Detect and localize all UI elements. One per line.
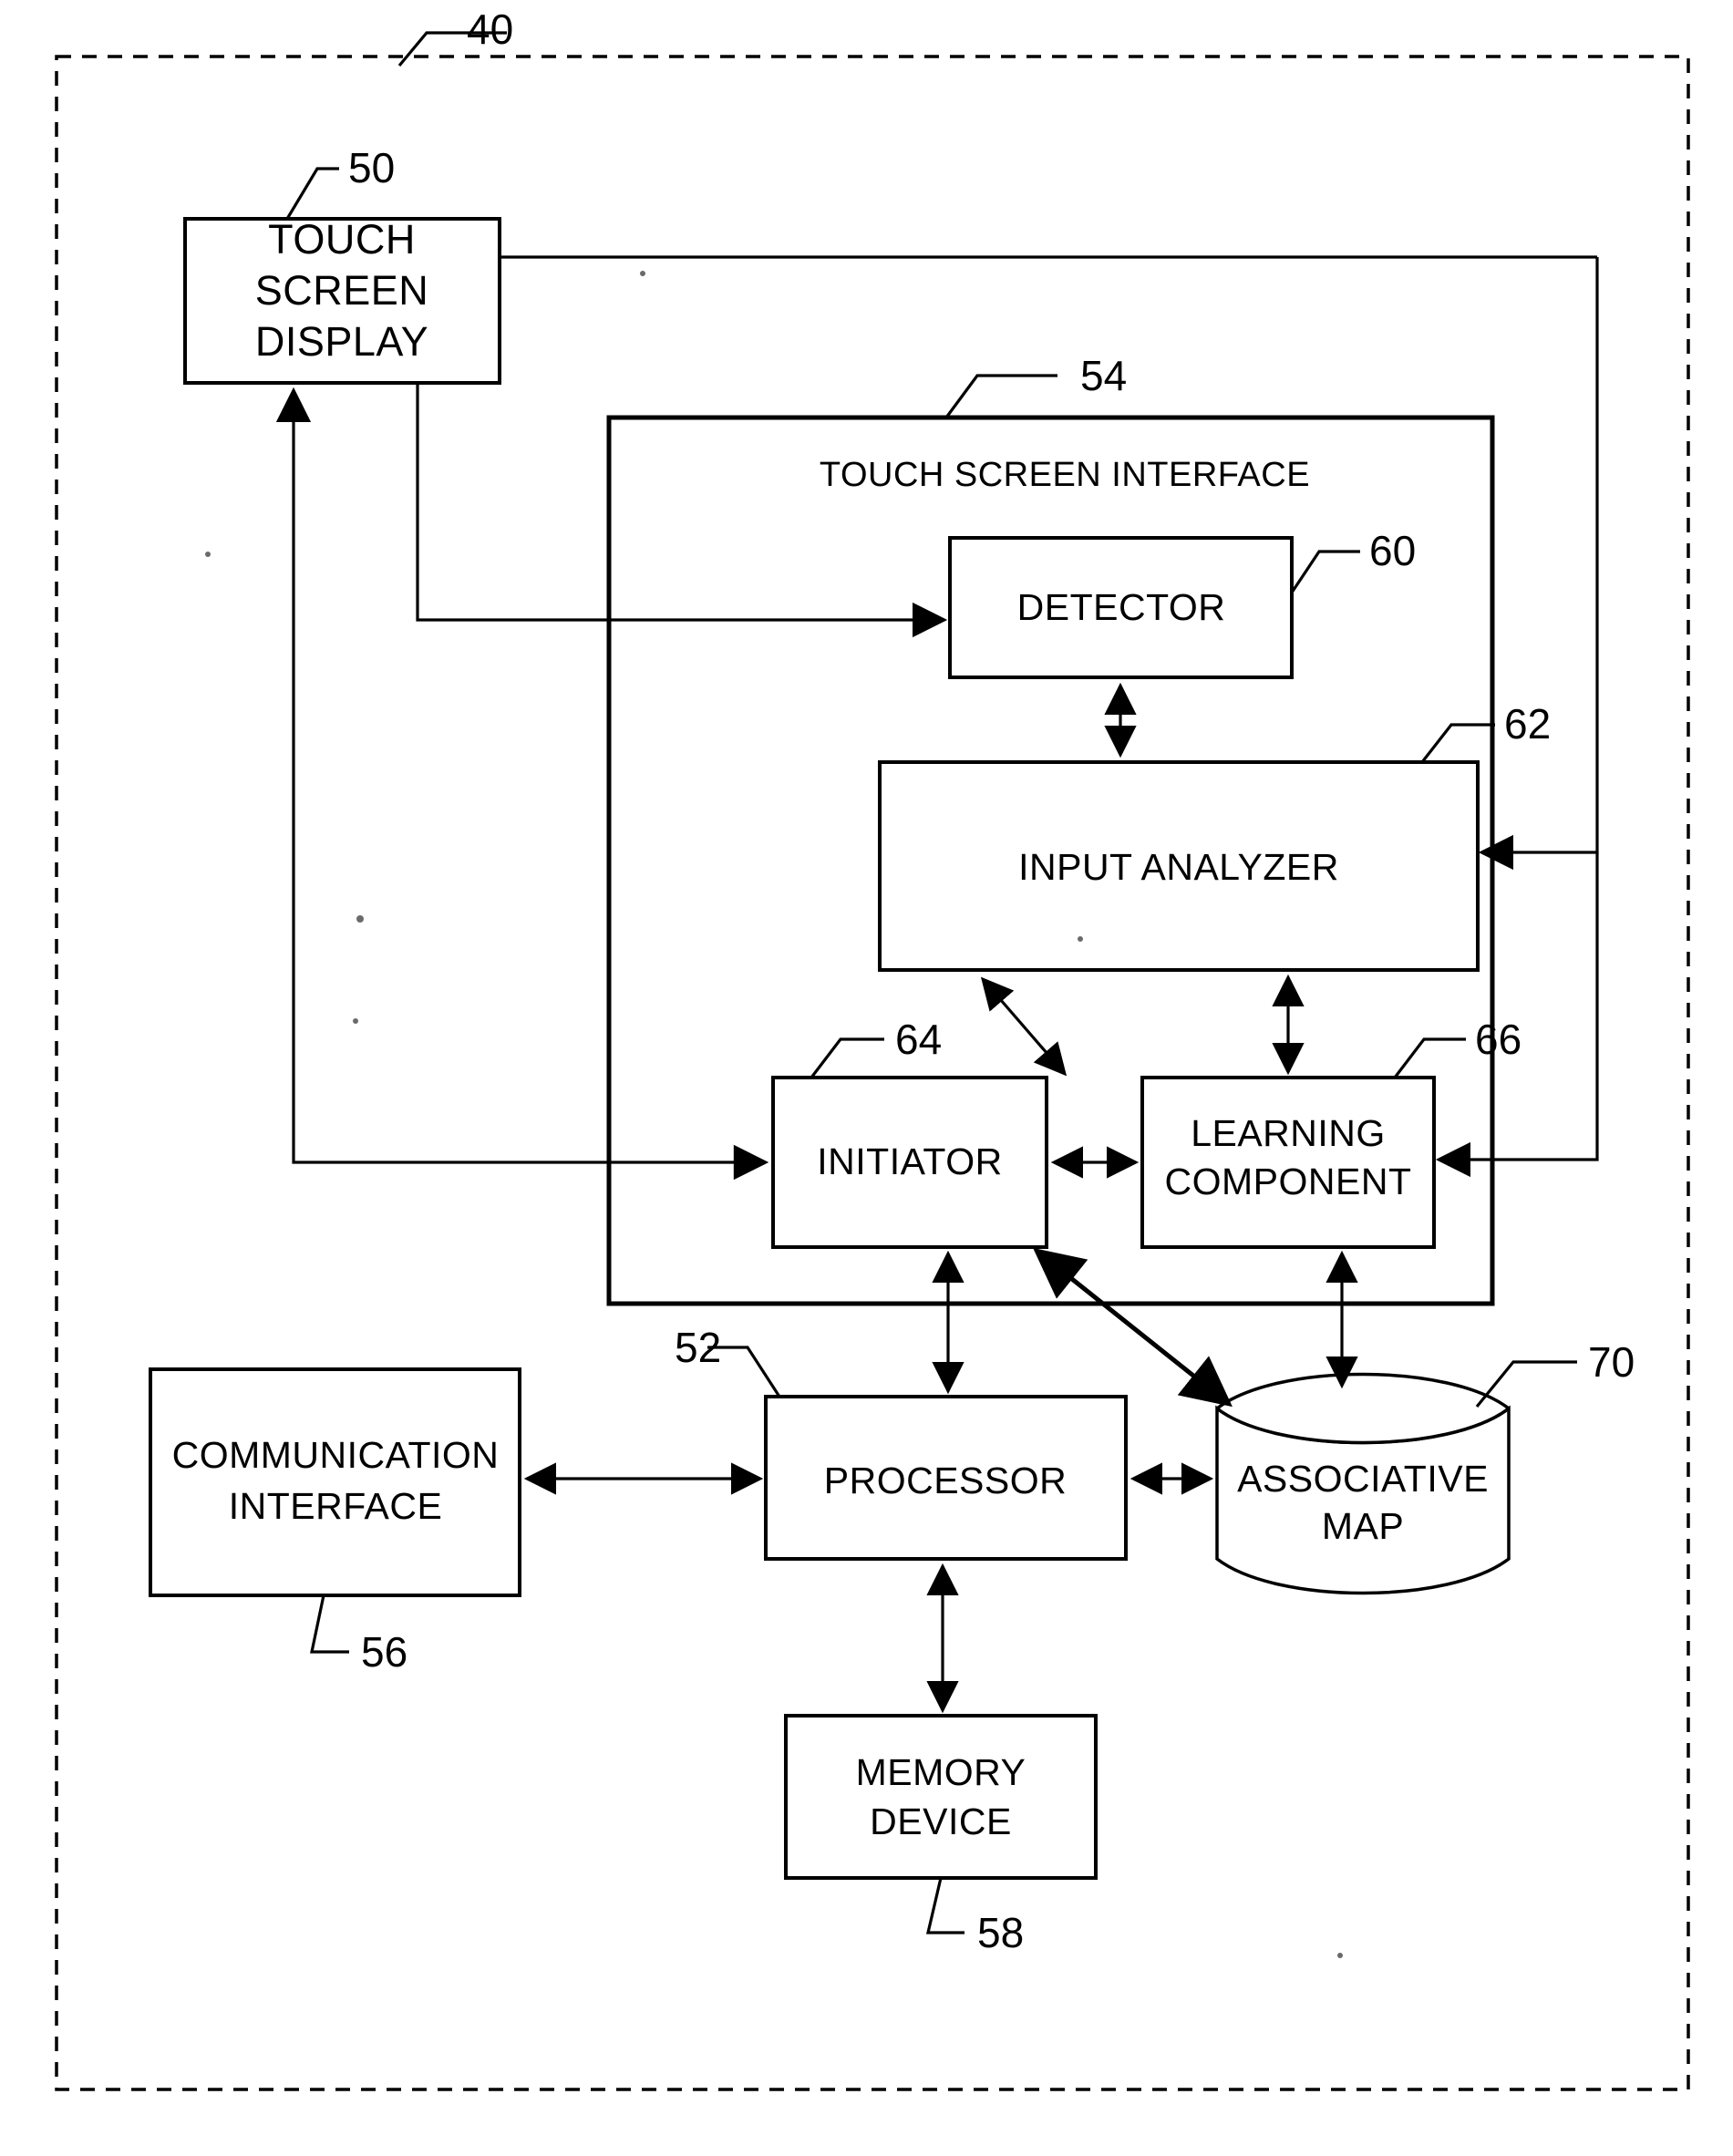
reference-numeral-52: 52 bbox=[675, 1324, 721, 1371]
scan-speck bbox=[205, 552, 211, 557]
scan-speck bbox=[640, 271, 645, 276]
lead-line-60 bbox=[1290, 550, 1360, 593]
initiator-label: INITIATOR bbox=[817, 1140, 1002, 1182]
connector-right-bus-to-input-analyzer bbox=[1478, 257, 1599, 871]
reference-numeral-62: 62 bbox=[1504, 700, 1551, 748]
scan-speck bbox=[1078, 936, 1083, 942]
learning-component-label-line2: COMPONENT bbox=[1165, 1161, 1412, 1202]
connector-initiator-associative-map bbox=[1033, 1247, 1233, 1408]
memory-device-label-line1: MEMORY bbox=[856, 1751, 1026, 1793]
learning-component-label-line1: LEARNING bbox=[1191, 1112, 1386, 1154]
communication-interface-box bbox=[149, 1367, 521, 1597]
communication-interface-label-line2: INTERFACE bbox=[229, 1485, 443, 1527]
patent-diagram-canvas: 40 TOUCH SCREEN INTERFACE 54 TOUCH SCREE… bbox=[55, 5, 1690, 2091]
lead-line-56 bbox=[310, 1594, 349, 1654]
touch-screen-display-label-line2: SCREEN bbox=[255, 267, 429, 314]
associative-map-label-line2: MAP bbox=[1322, 1505, 1404, 1547]
lead-line-58 bbox=[925, 1877, 964, 1934]
lead-line-54 bbox=[944, 374, 1057, 418]
touch-screen-display-label-line1: TOUCH bbox=[268, 216, 416, 263]
memory-device-box bbox=[784, 1714, 1098, 1880]
touch-screen-interface-title: TOUCH SCREEN INTERFACE bbox=[820, 456, 1310, 494]
reference-numeral-70: 70 bbox=[1588, 1338, 1635, 1386]
lead-line-50 bbox=[285, 167, 339, 220]
reference-numeral-54: 54 bbox=[1080, 352, 1127, 399]
reference-numeral-66: 66 bbox=[1475, 1016, 1522, 1063]
input-analyzer-label: INPUT ANALYZER bbox=[1018, 846, 1339, 888]
reference-numeral-58: 58 bbox=[977, 1909, 1024, 1956]
processor-label: PROCESSOR bbox=[824, 1460, 1068, 1501]
patent-figure: 40 TOUCH SCREEN INTERFACE 54 TOUCH SCREE… bbox=[0, 0, 1733, 2156]
memory-device-label-line2: DEVICE bbox=[870, 1800, 1012, 1842]
communication-interface-label-line1: COMMUNICATION bbox=[172, 1434, 500, 1476]
lead-line-62 bbox=[1420, 723, 1495, 763]
detector-label: DETECTOR bbox=[1017, 586, 1226, 628]
lead-line-64 bbox=[810, 1037, 884, 1078]
connector-input-analyzer-initiator bbox=[980, 976, 1068, 1077]
reference-numeral-50: 50 bbox=[348, 144, 395, 191]
scan-speck bbox=[1337, 1953, 1343, 1958]
scan-speck bbox=[353, 1018, 358, 1024]
associative-map-label-line1: ASSOCIATIVE bbox=[1237, 1458, 1489, 1500]
lead-line-66 bbox=[1393, 1037, 1466, 1078]
reference-numeral-60: 60 bbox=[1369, 527, 1416, 574]
scan-speck bbox=[356, 915, 364, 923]
touch-screen-display-label-line3: DISPLAY bbox=[255, 318, 428, 365]
reference-numeral-40: 40 bbox=[467, 5, 513, 53]
connector-initiator-to-tsd bbox=[275, 387, 769, 1181]
reference-numeral-64: 64 bbox=[895, 1016, 942, 1063]
reference-numeral-56: 56 bbox=[361, 1628, 407, 1676]
